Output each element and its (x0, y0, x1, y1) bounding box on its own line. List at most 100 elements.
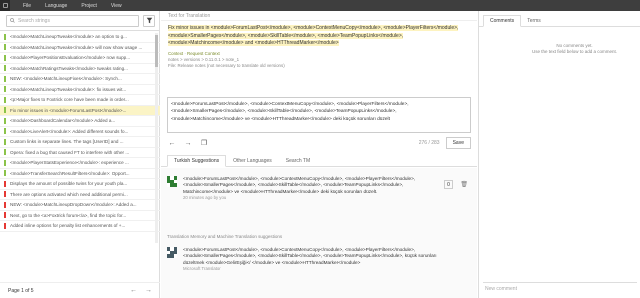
string-list-item[interactable]: Displays the amount of possible twins fo… (0, 179, 160, 190)
page-indicator: Page 1 of 5 (8, 287, 34, 294)
status-indicator (4, 201, 6, 208)
string-list-item[interactable]: Fix minor issues in <module>ForumLastPos… (0, 105, 160, 116)
context-label: Context (168, 50, 184, 56)
status-indicator (4, 212, 6, 219)
string-list-item[interactable]: <module>TransferSearchResultFilters</mod… (0, 169, 160, 179)
string-list-item[interactable]: <module>MatchLineupTweaks</module>: fix … (0, 85, 160, 95)
string-list-text: Displays the amount of possible twins fo… (10, 181, 128, 187)
suggestion-text: <module>ForumLastPost</module>, <module>… (183, 176, 416, 194)
string-list-item[interactable]: There are options activated which need a… (0, 190, 160, 200)
context-file: File: Release notes (not necessary to tr… (168, 62, 285, 68)
main-menu: File Language Project View (23, 3, 122, 9)
string-list-item[interactable]: Added inline options for penalty list en… (0, 221, 160, 232)
strings-panel: Search strings <module>MatchLineupTweaks… (0, 11, 160, 298)
string-list-item[interactable]: NEW: <module>MatchLineupFixes</module>: … (0, 74, 160, 85)
string-list-text: Opera: fixed a bug that caused FT to int… (10, 149, 130, 155)
string-list-item[interactable]: <module>LiveAlert</module>: Added differ… (0, 127, 160, 137)
translation-textarea[interactable]: <module>ForumLastPost</module>, <module>… (167, 97, 471, 133)
translator-avatar-icon (167, 247, 177, 258)
next-page-icon[interactable]: → (145, 287, 152, 294)
string-list-text: There are options activated which need a… (10, 191, 128, 197)
status-indicator (4, 96, 6, 103)
string-list-text: <module>MatchLineupTweaks</module> an op… (10, 34, 127, 40)
trash-icon[interactable]: 🗑 (460, 181, 468, 188)
user-avatar-icon (167, 176, 177, 187)
source-text: Fix minor issues in <module>ForumLastPos… (161, 21, 477, 48)
string-list-text: <module>LiveAlert</module>: Added differ… (10, 128, 129, 134)
vote-count[interactable]: 0 (444, 180, 453, 189)
save-button[interactable]: Save (445, 137, 471, 149)
string-list-text: Custom links in separate lines. The tags… (10, 139, 124, 145)
suggestion-meta: 20 minutes ago by you (183, 194, 227, 200)
mt-suggestion-item[interactable]: <module>ForumLastPost</module>, <module>… (167, 247, 471, 272)
no-comments-hint: Use the text field below to add a commen… (531, 49, 618, 54)
string-list-item[interactable]: NEW: <module>MatchLineupDropDown</module… (0, 200, 160, 211)
string-list-item[interactable]: <module>DashboardCalendar</module> Added… (0, 116, 160, 127)
tm-section-label: Translation Memory and Machine Translati… (167, 234, 283, 239)
status-indicator (4, 65, 6, 72)
status-indicator (4, 33, 6, 40)
top-menu-bar: File Language Project View erhanoc (0, 0, 640, 298)
string-list-text: <module>PlayerPositionsEvaluation</modul… (10, 55, 131, 61)
string-list-item[interactable]: Custom links in separate lines. The tags… (0, 137, 160, 148)
string-list-scrollbar[interactable] (155, 33, 158, 243)
mt-suggestion-source: Microsoft Translator (183, 265, 221, 271)
filter-icon (146, 17, 152, 24)
string-list-text: <module>DashboardCalendar</module> Added… (10, 118, 116, 124)
string-list-text: Next, go to the <a>Foxtrick forum</a>, f… (10, 212, 127, 218)
arrow-left-icon[interactable]: ← (167, 140, 177, 147)
status-indicator (4, 138, 6, 145)
tab-other-languages[interactable]: Other Languages (226, 155, 279, 166)
string-list-item[interactable]: <module>MatchLineupTweaks</module> an op… (0, 32, 160, 43)
string-list-text: Added inline options for penalty list en… (10, 223, 126, 229)
status-indicator (4, 149, 6, 156)
string-list-item[interactable]: Next, go to the <a>Foxtrick forum</a>, f… (0, 211, 160, 221)
request-context-link[interactable]: Request Context (187, 51, 220, 56)
search-input[interactable]: Search strings (6, 14, 139, 27)
status-indicator (4, 44, 6, 51)
suggestions-area: <module>ForumLastPost</module>, <module>… (161, 168, 477, 298)
suggestion-item[interactable]: <module>ForumLastPost</module>, <module>… (167, 176, 471, 201)
mt-suggestion-text: <module>ForumLastPost</module>, <module>… (183, 247, 437, 265)
comments-panel: Comments Terms No comments yet. Use the … (478, 11, 640, 298)
menu-file[interactable]: File (23, 3, 31, 9)
status-indicator (4, 107, 6, 114)
editor-panel: Text for Translation Fix minor issues in… (161, 11, 477, 298)
tab-comments[interactable]: Comments (483, 15, 522, 27)
status-indicator (4, 86, 6, 93)
menu-project[interactable]: Project (81, 3, 97, 9)
app-logo-icon[interactable] (0, 0, 10, 11)
string-list-text: <module>PlayerStatsExperience</module>: … (10, 160, 129, 166)
search-icon (10, 18, 15, 23)
no-comments-message: No comments yet. Use the text field belo… (479, 43, 640, 55)
status-indicator (4, 170, 6, 177)
arrow-right-icon[interactable]: → (183, 140, 193, 147)
menu-language[interactable]: Language (45, 3, 67, 9)
string-list-text: NEW: <module>MatchLineupDropDown</module… (10, 202, 137, 208)
string-list-item[interactable]: <p>Major fixes to Foxtrick core have bee… (0, 95, 160, 106)
new-comment-input[interactable]: New comment (483, 282, 637, 294)
string-list-item[interactable]: <module>MatchRatingsTweaks</module> twea… (0, 64, 160, 74)
tab-search-tm[interactable]: Search TM (279, 155, 317, 166)
string-list-text: NEW: <module>MatchLineupFixes</module>: … (10, 76, 122, 82)
tab-terms[interactable]: Terms (521, 15, 547, 26)
string-list-item[interactable]: Opera: fixed a bug that caused FT to int… (0, 148, 160, 158)
suggestion-tabs: Turkish Suggestions Other Languages Sear… (161, 155, 477, 167)
string-list-item[interactable]: <module>PlayerPositionsEvaluation</modul… (0, 53, 160, 64)
filter-button[interactable] (143, 14, 155, 27)
copy-source-icon[interactable]: ❐ (199, 139, 209, 147)
tab-turkish-suggestions[interactable]: Turkish Suggestions (167, 155, 227, 167)
source-header: Text for Translation (161, 11, 477, 21)
string-list-item[interactable]: <module>MatchLineupTweaks</module> will … (0, 43, 160, 53)
string-list-text: Fix minor issues in <module>ForumLastPos… (10, 107, 127, 113)
menu-view[interactable]: View (111, 3, 122, 9)
status-indicator (4, 191, 6, 198)
string-list-text: <module>MatchRatingsTweaks</module> twea… (10, 65, 128, 71)
status-indicator (4, 159, 6, 166)
string-list-text: <module>TransferSearchResultFilters</mod… (10, 170, 130, 176)
status-indicator (4, 180, 6, 187)
prev-page-icon[interactable]: ← (130, 287, 137, 294)
string-list-item[interactable]: <module>PlayerStatsExperience</module>: … (0, 158, 160, 169)
string-list-text: <module>MatchLineupTweaks</module> will … (10, 44, 143, 50)
string-list-text: <module>MatchLineupTweaks</module>: fix … (10, 86, 127, 92)
